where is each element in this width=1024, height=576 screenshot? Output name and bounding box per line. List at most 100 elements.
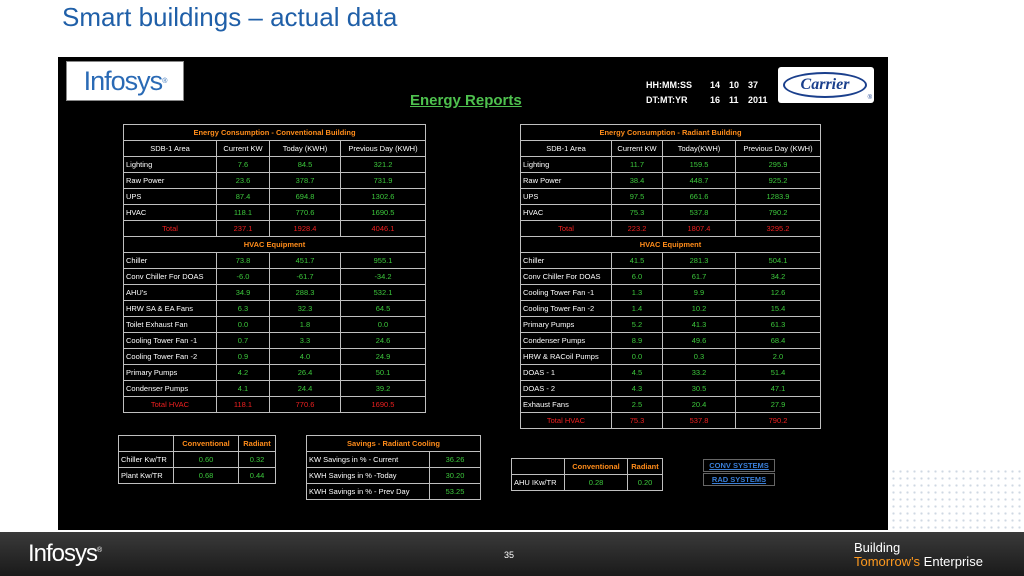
radiant-column-header: Previous Day (KWH) bbox=[735, 140, 821, 157]
row-value: 33.2 bbox=[662, 364, 736, 381]
row-label: Conv Chiller For DOAS bbox=[123, 268, 217, 285]
row-value: 1.3 bbox=[611, 284, 663, 301]
row-value: 4.2 bbox=[216, 364, 270, 381]
row-value: 504.1 bbox=[735, 252, 821, 269]
radiant-title: Energy Consumption - Radiant Building bbox=[520, 124, 821, 141]
table-row: Chiller 73.8 451.7 955.1 bbox=[123, 252, 426, 269]
row-value: 0.3 bbox=[662, 348, 736, 365]
table-row: HVAC 118.1 770.6 1690.5 bbox=[123, 204, 426, 221]
row-value: 2.5 bbox=[611, 396, 663, 413]
table-row: Condenser Pumps 8.9 49.6 68.4 bbox=[520, 332, 821, 349]
conventional-column-header: Today (KWH) bbox=[269, 140, 341, 157]
row-label: KW Savings in % - Current bbox=[306, 451, 430, 468]
row-value: 295.9 bbox=[735, 156, 821, 173]
row-value: 12.6 bbox=[735, 284, 821, 301]
row-value: 1.8 bbox=[269, 316, 341, 333]
row-label: Total HVAC bbox=[123, 396, 217, 413]
row-value: 1928.4 bbox=[269, 220, 341, 237]
row-value: 0.32 bbox=[238, 451, 276, 468]
conventional-column-header: SDB-1 Area bbox=[123, 140, 217, 157]
row-value: 0.68 bbox=[173, 467, 239, 484]
row-value: 3295.2 bbox=[735, 220, 821, 237]
total-hvac-row: Total HVAC 118.1 770.6 1690.5 bbox=[123, 396, 426, 413]
row-value: 223.2 bbox=[611, 220, 663, 237]
table-row: Chiller 41.5 281.3 504.1 bbox=[520, 252, 821, 269]
row-value: 4.0 bbox=[269, 348, 341, 365]
table-row: Primary Pumps 4.2 26.4 50.1 bbox=[123, 364, 426, 381]
row-label: KWH Savings in % -Today bbox=[306, 467, 430, 484]
column-header: Conventional bbox=[173, 435, 239, 452]
row-label: Raw Power bbox=[123, 172, 217, 189]
row-value: 0.0 bbox=[340, 316, 426, 333]
footer-tagline: Building Tomorrow's Enterprise bbox=[854, 540, 983, 569]
row-value: 8.9 bbox=[611, 332, 663, 349]
row-value: 15.4 bbox=[735, 300, 821, 317]
row-label: Total HVAC bbox=[520, 412, 612, 429]
row-label: AHU's bbox=[123, 284, 217, 301]
table-row: Chiller Kw/TR 0.60 0.32 bbox=[118, 451, 276, 468]
row-value: 34.2 bbox=[735, 268, 821, 285]
table-row: Conv Chiller For DOAS 6.0 61.7 34.2 bbox=[520, 268, 821, 285]
row-value: 39.2 bbox=[340, 380, 426, 397]
row-value: 6.3 bbox=[216, 300, 270, 317]
conventional-column-header: Previous Day (KWH) bbox=[340, 140, 426, 157]
row-value: -6.0 bbox=[216, 268, 270, 285]
row-label: Chiller Kw/TR bbox=[118, 451, 174, 468]
row-value: 955.1 bbox=[340, 252, 426, 269]
row-label: Cooling Tower Fan -2 bbox=[123, 348, 217, 365]
table-row: HVAC 75.3 537.8 790.2 bbox=[520, 204, 821, 221]
total-hvac-row: Total HVAC 75.3 537.8 790.2 bbox=[520, 412, 821, 429]
row-value: 1283.9 bbox=[735, 188, 821, 205]
row-value: 790.2 bbox=[735, 412, 821, 429]
row-value: 2.0 bbox=[735, 348, 821, 365]
table-row: HRW & RACoil Pumps 0.0 0.3 2.0 bbox=[520, 348, 821, 365]
row-value: 1.4 bbox=[611, 300, 663, 317]
row-value: 23.6 bbox=[216, 172, 270, 189]
total-row: Total 223.2 1807.4 3295.2 bbox=[520, 220, 821, 237]
table-row: Lighting 7.6 84.5 321.2 bbox=[123, 156, 426, 173]
column-header: Radiant bbox=[238, 435, 276, 452]
savings-title: Savings - Radiant Cooling bbox=[306, 435, 481, 452]
report-title: Energy Reports bbox=[410, 92, 522, 109]
row-value: 1690.5 bbox=[340, 204, 426, 221]
row-value: 770.6 bbox=[269, 204, 341, 221]
row-value: 4046.1 bbox=[340, 220, 426, 237]
table-row: HRW SA & EA Fans 6.3 32.3 64.5 bbox=[123, 300, 426, 317]
row-value: 64.5 bbox=[340, 300, 426, 317]
conventional-building-table: Energy Consumption - Conventional Buildi… bbox=[123, 124, 426, 413]
row-value: 448.7 bbox=[662, 172, 736, 189]
row-value: 34.9 bbox=[216, 284, 270, 301]
row-label: HRW SA & EA Fans bbox=[123, 300, 217, 317]
blank-header bbox=[511, 458, 565, 475]
row-value: 0.0 bbox=[216, 316, 270, 333]
row-value: -34.2 bbox=[340, 268, 426, 285]
row-value: 53.25 bbox=[429, 483, 481, 500]
row-value: 0.60 bbox=[173, 451, 239, 468]
row-label: Condenser Pumps bbox=[123, 380, 217, 397]
row-value: 27.9 bbox=[735, 396, 821, 413]
row-label: Cooling Tower Fan -1 bbox=[520, 284, 612, 301]
row-label: KWH Savings in % - Prev Day bbox=[306, 483, 430, 500]
row-value: 75.3 bbox=[611, 204, 663, 221]
row-value: 41.5 bbox=[611, 252, 663, 269]
row-value: 532.1 bbox=[340, 284, 426, 301]
radiant-column-header: SDB-1 Area bbox=[520, 140, 612, 157]
page-number: 35 bbox=[504, 550, 515, 560]
row-value: 0.0 bbox=[611, 348, 663, 365]
row-label: Toilet Exhaust Fan bbox=[123, 316, 217, 333]
row-value: 118.1 bbox=[216, 204, 270, 221]
row-value: 49.6 bbox=[662, 332, 736, 349]
row-label: Cooling Tower Fan -1 bbox=[123, 332, 217, 349]
column-header: Radiant bbox=[627, 458, 663, 475]
row-value: 1807.4 bbox=[662, 220, 736, 237]
row-value: 0.44 bbox=[238, 467, 276, 484]
row-value: 790.2 bbox=[735, 204, 821, 221]
row-label: Conv Chiller For DOAS bbox=[520, 268, 612, 285]
row-value: 378.7 bbox=[269, 172, 341, 189]
conv-systems-link[interactable]: CONV SYSTEMS bbox=[703, 459, 775, 472]
row-value: 0.28 bbox=[564, 474, 628, 491]
row-value: 32.3 bbox=[269, 300, 341, 317]
row-label: AHU IKw/TR bbox=[511, 474, 565, 491]
rad-systems-link[interactable]: RAD SYSTEMS bbox=[703, 473, 775, 486]
carrier-logo: Carrier ® bbox=[778, 67, 874, 103]
